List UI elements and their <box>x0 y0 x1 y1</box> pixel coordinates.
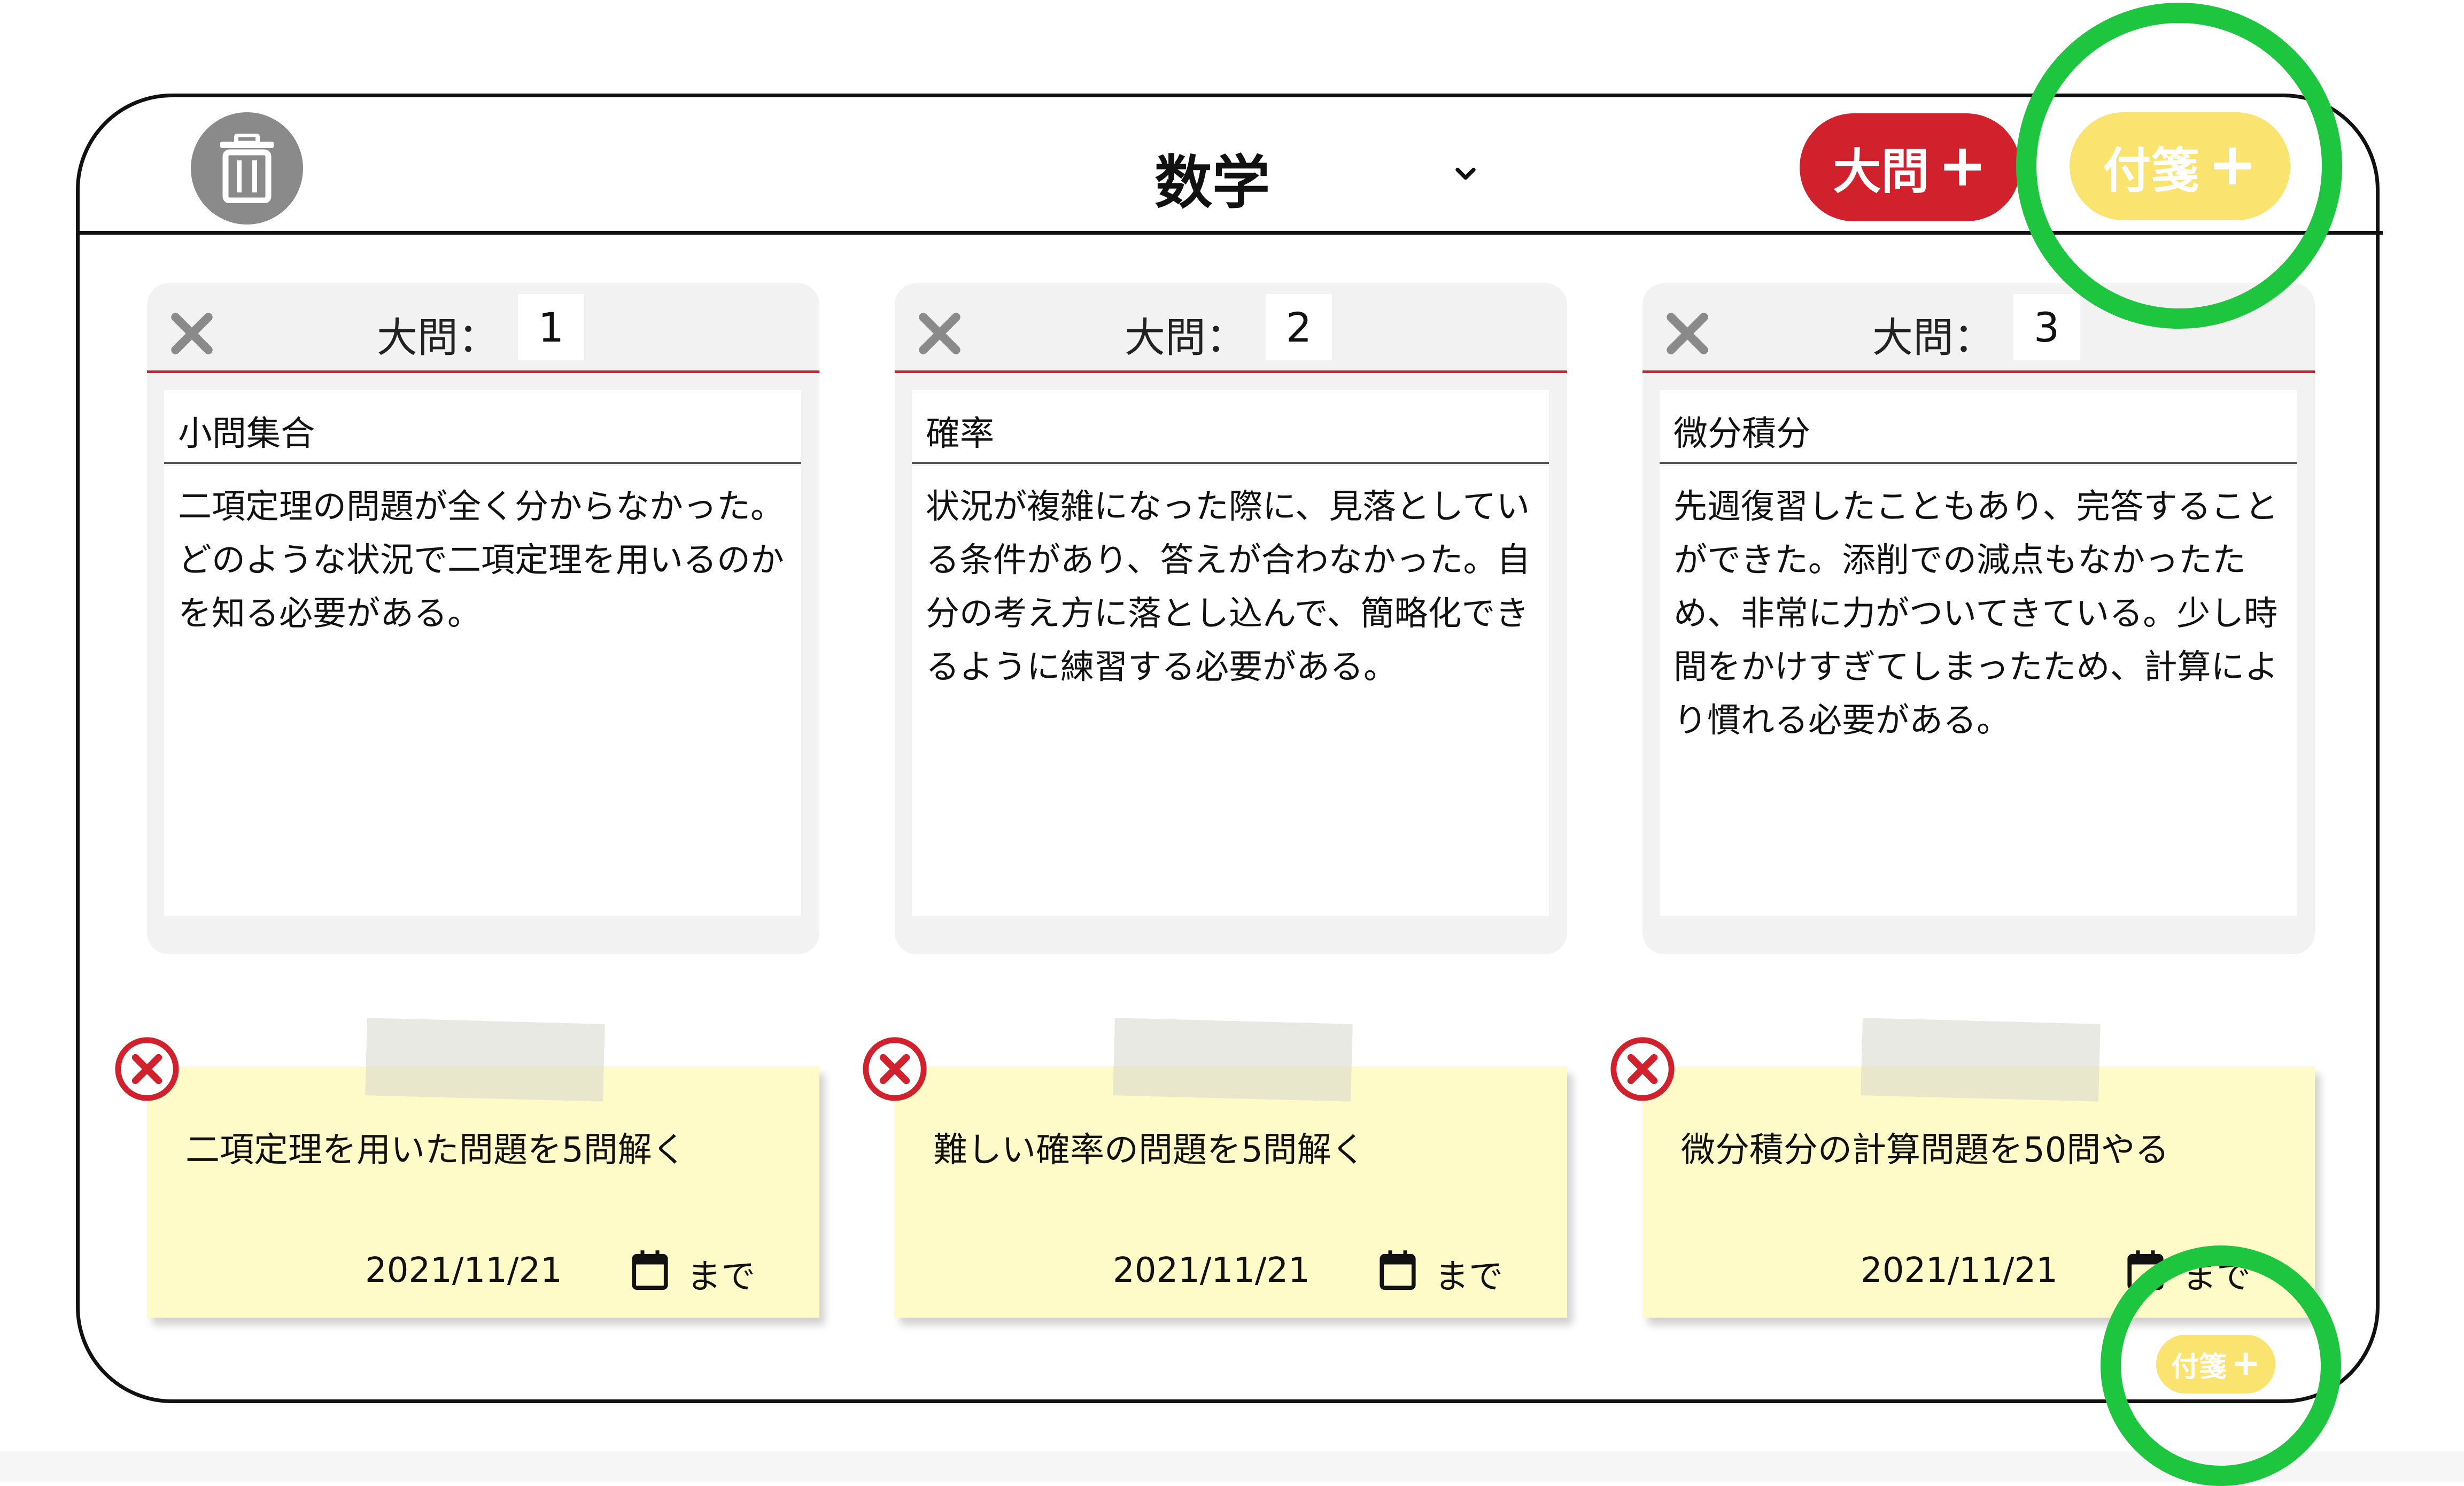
bottom-strip <box>0 1451 2464 1482</box>
sticky-note: 難しい確率の問題を5問解く 2021/11/21 まで <box>863 1018 1567 1318</box>
question-card: 大問： 2 確率 状況が複雑になった際に、見落としている条件があり、答えが合わな… <box>895 283 1567 954</box>
calendar-button[interactable] <box>1379 1249 1416 1291</box>
trash-icon <box>220 134 274 203</box>
question-card: 大問： 1 小問集合 二項定理の問題が全く分からなかった。どのような状況で二項定… <box>147 283 819 954</box>
note-until-label: まで <box>1435 1257 1503 1297</box>
sticky-note: 二項定理を用いた問題を5問解く 2021/11/21 まで <box>115 1018 819 1318</box>
note-until-label: まで <box>687 1257 755 1297</box>
question-card-header: 大問： 2 <box>895 283 1567 373</box>
question-notes[interactable]: 先週復習したこともあり、完答することができた。添削での減点もなかったため、非常に… <box>1660 466 2297 916</box>
question-notes[interactable]: 状況が複雑になった際に、見落としている条件があり、答えが合わなかった。自分の考え… <box>912 466 1549 916</box>
remove-note-button[interactable] <box>860 1034 929 1104</box>
close-circle-icon <box>115 1037 179 1101</box>
question-label: 大問： <box>377 314 499 361</box>
remove-note-button[interactable] <box>1608 1034 1677 1104</box>
note-text[interactable]: 難しい確率の問題を5問解く <box>933 1123 1366 1172</box>
close-circle-icon <box>1610 1037 1675 1101</box>
note-text[interactable]: 微分積分の計算問題を50問やる <box>1681 1123 2169 1172</box>
plus-icon: + <box>2207 130 2257 198</box>
subject-title[interactable]: 数学 <box>1154 136 1270 220</box>
add-question-label: 大問 <box>1833 144 1930 200</box>
tape-decoration <box>365 1018 605 1102</box>
question-number[interactable]: 1 <box>518 294 584 360</box>
note-until-label: まで <box>2182 1257 2251 1297</box>
plus-icon: + <box>1938 131 1987 199</box>
remove-question-button[interactable] <box>1663 309 1712 358</box>
add-question-button[interactable]: 大問 + <box>1800 113 2020 221</box>
remove-question-button[interactable] <box>915 309 964 358</box>
question-card-header: 大問： 1 <box>147 283 819 373</box>
remove-question-button[interactable] <box>167 309 216 358</box>
question-number[interactable]: 3 <box>2013 294 2080 360</box>
add-note-button-small[interactable]: 付箋 + <box>2156 1335 2275 1394</box>
plus-icon: + <box>2230 1342 2261 1383</box>
question-card-header: 大問： 3 <box>1642 283 2315 373</box>
question-notes[interactable]: 二項定理の問題が全く分からなかった。どのような状況で二項定理を用いるのかを知る必… <box>164 466 801 916</box>
question-number[interactable]: 2 <box>1266 294 1332 360</box>
tape-decoration <box>1861 1018 2101 1102</box>
question-topic[interactable]: 小問集合 <box>164 390 801 464</box>
note-text[interactable]: 二項定理を用いた問題を5問解く <box>185 1123 686 1172</box>
note-due-date[interactable]: 2021/11/21 <box>1861 1251 2058 1290</box>
question-card: 大問： 3 微分積分 先週復習したこともあり、完答することができた。添削での減点… <box>1642 283 2315 954</box>
add-note-label: 付箋 <box>2171 1351 2227 1383</box>
question-topic[interactable]: 確率 <box>912 390 1549 464</box>
note-due-date[interactable]: 2021/11/21 <box>365 1251 562 1290</box>
header-divider <box>79 231 2383 235</box>
calendar-icon <box>2127 1250 2164 1290</box>
calendar-button[interactable] <box>2127 1249 2164 1291</box>
question-label: 大問： <box>1125 314 1246 361</box>
trash-button[interactable] <box>191 112 303 225</box>
close-icon <box>171 313 213 354</box>
question-topic[interactable]: 微分積分 <box>1660 390 2297 464</box>
note-due-date[interactable]: 2021/11/21 <box>1113 1251 1310 1290</box>
calendar-icon <box>632 1250 668 1290</box>
close-icon <box>1667 313 1708 354</box>
chevron-down-icon <box>1455 167 1476 180</box>
tape-decoration <box>1113 1018 1353 1102</box>
remove-note-button[interactable] <box>112 1034 182 1104</box>
add-note-button[interactable]: 付箋 + <box>2070 112 2290 220</box>
sticky-note: 微分積分の計算問題を50問やる 2021/11/21 まで <box>1610 1018 2315 1318</box>
close-icon <box>919 313 960 354</box>
subject-dropdown[interactable] <box>1450 158 1482 190</box>
calendar-icon <box>1380 1250 1416 1290</box>
add-note-label: 付箋 <box>2103 143 2199 199</box>
calendar-button[interactable] <box>631 1249 669 1291</box>
close-circle-icon <box>863 1037 927 1101</box>
question-label: 大問： <box>1872 314 1994 361</box>
